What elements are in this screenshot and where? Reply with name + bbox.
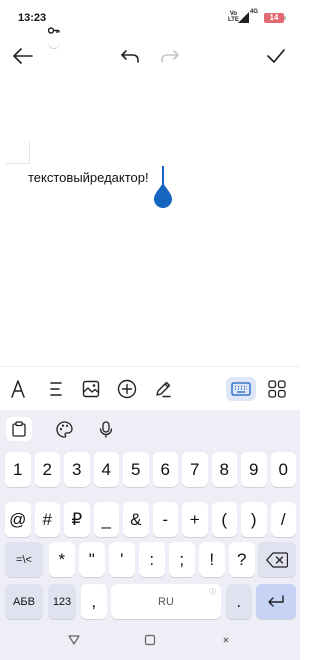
key-double-quote[interactable]: ": [79, 542, 105, 577]
paragraph-format-button[interactable]: [44, 377, 68, 401]
handwriting-button[interactable]: [151, 377, 175, 401]
key-semicolon[interactable]: ;: [169, 542, 195, 577]
key-question[interactable]: ?: [229, 542, 255, 577]
status-bar: 13:23 Vo LTE 4G 14: [0, 0, 300, 48]
grid-icon: [268, 380, 286, 398]
key-8[interactable]: 8: [211, 452, 237, 487]
backspace-key[interactable]: [258, 542, 296, 577]
image-icon: [82, 380, 100, 398]
undo-button[interactable]: [116, 42, 144, 70]
page-margin-marker: [6, 142, 30, 164]
status-time: 13:23: [18, 12, 47, 24]
checkmark-icon: [267, 49, 285, 63]
redo-icon: [161, 50, 179, 63]
key-exclamation[interactable]: !: [199, 542, 225, 577]
cursor-handle-icon[interactable]: [153, 182, 173, 208]
back-button[interactable]: [9, 42, 37, 70]
keyboard-toggle-button[interactable]: [226, 377, 256, 401]
undo-icon: [121, 50, 139, 63]
editor-text[interactable]: текстовыйредактор!: [28, 170, 149, 185]
keyboard-icon: [231, 382, 251, 396]
format-toolbar: [0, 366, 300, 410]
key-period[interactable]: .: [226, 584, 252, 619]
backspace-icon: [266, 551, 288, 568]
network-type: 4G: [250, 9, 259, 15]
key-3[interactable]: 3: [64, 452, 90, 487]
key-comma[interactable]: ,: [81, 584, 107, 619]
nav-home-icon[interactable]: [144, 634, 156, 646]
save-button[interactable]: [262, 42, 290, 70]
palette-icon: [55, 420, 73, 438]
key-at[interactable]: @: [5, 502, 31, 537]
space-key-label: RU: [158, 595, 174, 608]
key-9[interactable]: 9: [241, 452, 267, 487]
key-open-paren[interactable]: (: [211, 502, 237, 537]
key-single-quote[interactable]: ': [109, 542, 135, 577]
pen-icon: [156, 381, 171, 398]
key-hash[interactable]: #: [34, 502, 60, 537]
key-6[interactable]: 6: [152, 452, 178, 487]
key-1[interactable]: 1: [5, 452, 31, 487]
clipboard-button[interactable]: [6, 417, 32, 441]
enter-icon: [268, 594, 284, 607]
numeric-key[interactable]: 123: [48, 584, 76, 619]
enter-key[interactable]: [256, 584, 296, 619]
battery-icon: 14: [264, 13, 286, 23]
editor-app-bar: [0, 36, 300, 76]
key-4[interactable]: 4: [93, 452, 119, 487]
space-key[interactable]: RU ⓘ: [111, 584, 221, 619]
key-0[interactable]: 0: [270, 452, 296, 487]
system-navigation-bar: [0, 624, 300, 660]
insert-button[interactable]: [115, 377, 139, 401]
info-icon: ⓘ: [209, 589, 216, 596]
text-editor-area[interactable]: текстовыйредактор!: [0, 76, 300, 366]
voice-input-button[interactable]: [94, 418, 118, 440]
signal-icon: [238, 12, 249, 23]
key-2[interactable]: 2: [34, 452, 60, 487]
key-5[interactable]: 5: [123, 452, 149, 487]
key-asterisk[interactable]: *: [49, 542, 75, 577]
nav-recents-icon[interactable]: [220, 634, 232, 646]
key-minus[interactable]: -: [152, 502, 178, 537]
key-colon[interactable]: :: [139, 542, 165, 577]
key-plus[interactable]: +: [182, 502, 208, 537]
key-ruble[interactable]: ₽: [64, 502, 90, 537]
font-a-icon: [11, 380, 25, 398]
key-ampersand[interactable]: &: [123, 502, 149, 537]
redo-button[interactable]: [156, 42, 184, 70]
key-slash[interactable]: /: [270, 502, 296, 537]
text-format-button[interactable]: [6, 377, 30, 401]
nav-back-icon[interactable]: [68, 634, 80, 646]
clipboard-icon: [12, 421, 26, 437]
key-7[interactable]: 7: [182, 452, 208, 487]
microphone-icon: [99, 420, 113, 438]
key-close-paren[interactable]: ): [241, 502, 267, 537]
key-underscore[interactable]: _: [93, 502, 119, 537]
align-left-icon: [50, 382, 62, 396]
theme-button[interactable]: [52, 418, 76, 440]
insert-image-button[interactable]: [79, 377, 103, 401]
more-tools-button[interactable]: [265, 377, 289, 401]
on-screen-keyboard: 1 2 3 4 5 6 7 8 9 0 @ # ₽ _ & - + ( ) / …: [0, 410, 300, 624]
keyboard-tool-row: [0, 410, 300, 448]
plus-circle-icon: [117, 379, 137, 399]
arrow-left-icon: [13, 48, 33, 64]
alphabet-switch-key[interactable]: АБВ: [5, 584, 43, 619]
more-symbols-key[interactable]: =\<: [5, 542, 43, 577]
